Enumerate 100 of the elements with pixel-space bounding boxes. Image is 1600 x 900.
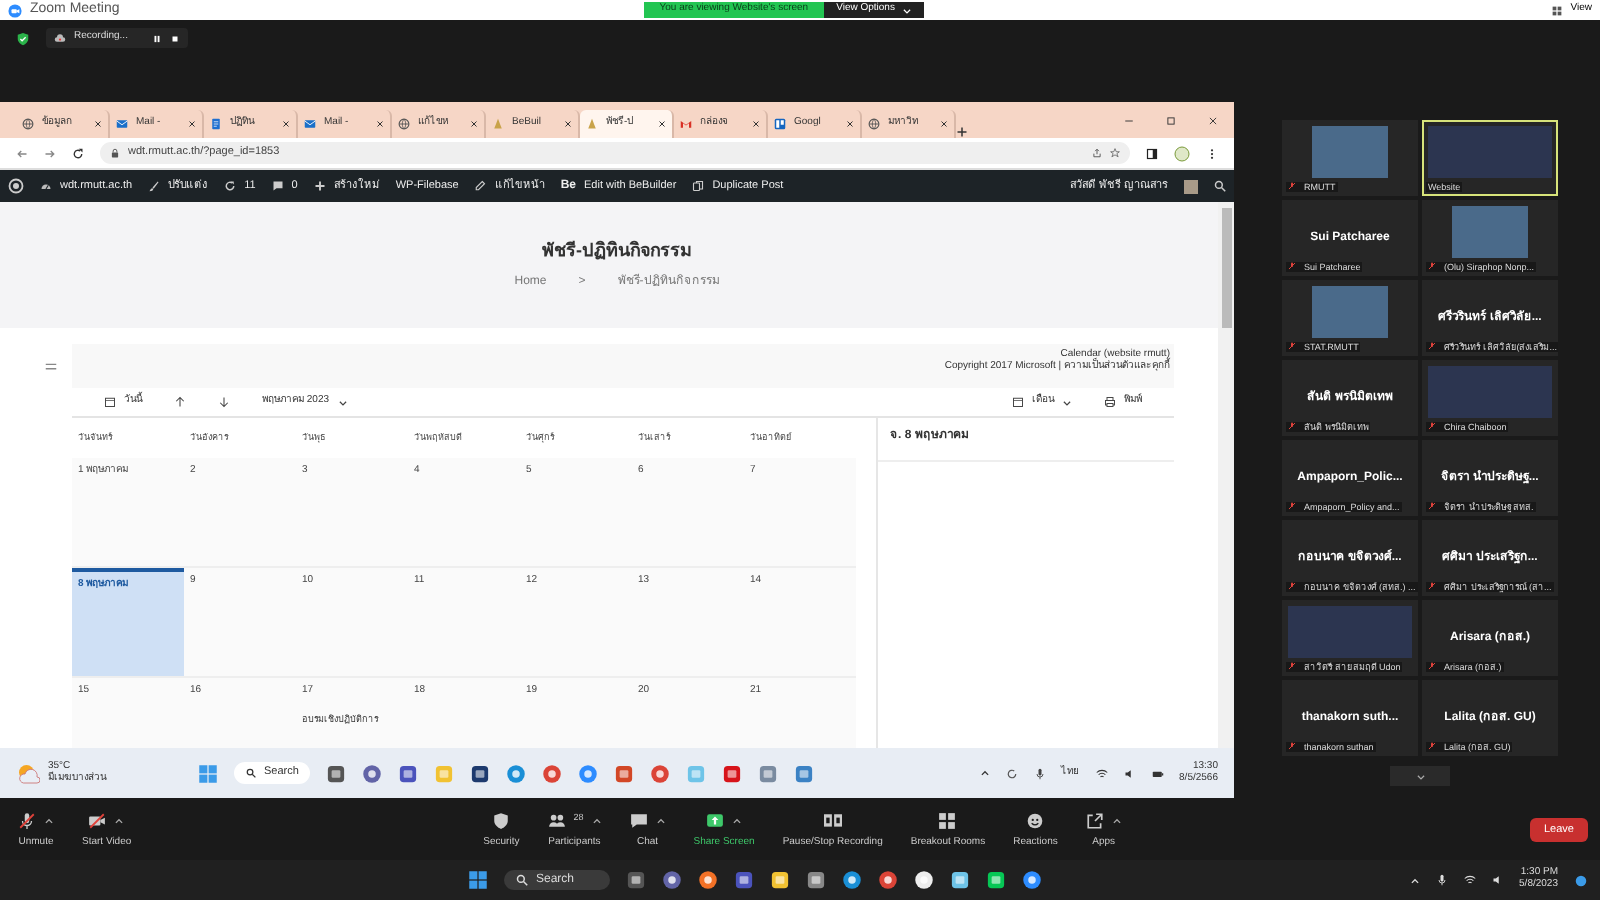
muted-microphone-icon [1428,262,1436,271]
close-icon[interactable] [846,120,854,128]
photo-placeholder [1452,206,1528,258]
app-icon[interactable] [470,763,491,783]
muted-microphone-icon [1288,582,1296,591]
brush-icon [148,180,161,192]
mail-icon [304,118,316,130]
photo-placeholder [1288,606,1412,658]
cone-icon [586,118,598,130]
caret-icon[interactable] [337,397,348,407]
document-icon [210,118,222,130]
reload-icon[interactable] [72,147,84,159]
copy-icon [692,180,705,192]
side-panel-icon[interactable] [1146,147,1158,159]
muted-microphone-icon [1428,742,1436,751]
up-arrow-icon[interactable] [174,396,186,408]
shield-check-icon [16,31,30,45]
search-icon [246,768,256,778]
close-icon[interactable] [376,120,384,128]
close-icon[interactable] [94,120,102,128]
battery-icon[interactable] [1151,767,1164,779]
search-icon [516,873,528,886]
app-icon[interactable] [626,869,647,890]
stop-icon[interactable] [169,33,180,43]
muted-microphone-icon [1428,582,1436,591]
photo-placeholder [1312,286,1388,338]
mail-icon [116,118,128,130]
speaker-icon[interactable] [1123,767,1136,779]
muted-microphone-icon [1428,502,1436,511]
caret-icon[interactable] [114,815,125,826]
app-icon[interactable] [950,869,971,890]
board-icon [774,118,786,130]
wifi-icon[interactable] [1095,767,1108,779]
round-app-icon[interactable] [1022,869,1043,890]
caret-icon[interactable] [655,815,666,826]
printer-icon [1104,396,1116,408]
search-icon [1214,180,1226,192]
maximize-icon[interactable] [1166,115,1176,125]
round-app-icon[interactable] [914,869,935,890]
circle-logo-icon[interactable] [8,178,24,194]
envelope-icon [680,118,692,130]
back-icon[interactable] [16,147,28,159]
muted-microphone-icon [1428,342,1436,351]
close-icon[interactable] [940,120,948,128]
caret-icon[interactable] [1111,815,1122,826]
speaker-icon[interactable] [1491,874,1504,886]
close-icon[interactable] [658,120,666,128]
sync-icon[interactable] [1005,767,1018,779]
close-icon[interactable] [282,120,290,128]
close-icon[interactable] [564,120,572,128]
muted-microphone-icon [1288,262,1296,271]
windows-logo-icon[interactable] [198,763,218,783]
app-icon[interactable] [986,869,1007,890]
round-app-icon[interactable] [878,869,899,890]
muted-microphone-icon [1288,342,1296,351]
new-tab-icon[interactable] [956,126,968,138]
notification-icon[interactable] [1574,873,1588,887]
caret-icon[interactable] [979,768,990,778]
caret-icon[interactable] [1062,397,1072,407]
close-icon[interactable] [752,120,760,128]
photo-placeholder [1428,126,1552,178]
forward-icon[interactable] [44,147,56,159]
chat-icon [629,811,648,830]
globe-icon [398,118,410,130]
avatar-photo [1184,179,1198,193]
shield-icon [492,811,511,830]
round-app-icon[interactable] [662,869,683,890]
caret-icon[interactable] [732,815,743,826]
app-icon[interactable] [326,763,347,783]
down-arrow-icon[interactable] [218,396,230,408]
photo-placeholder [1312,126,1388,178]
close-icon[interactable] [470,120,478,128]
share-screen-icon [706,811,725,830]
globe-icon [868,118,880,130]
app-icon[interactable] [806,869,827,890]
round-app-icon[interactable] [842,869,863,890]
microphone-icon[interactable] [1435,874,1448,886]
close-icon[interactable] [1208,115,1218,125]
share-icon[interactable] [1092,148,1102,158]
people-icon [547,811,566,830]
app-icon[interactable] [398,763,419,783]
app-icon[interactable] [770,869,791,890]
caret-icon[interactable] [44,815,54,826]
close-icon[interactable] [188,120,196,128]
pause-stop-icon [823,811,842,830]
scrollbar-thumb[interactable] [1221,208,1231,328]
muted-microphone-icon [1288,182,1296,191]
caret-icon[interactable] [1415,771,1425,781]
caret-icon[interactable] [591,815,602,826]
microphone-icon[interactable] [1033,767,1046,779]
menu-icon[interactable] [1206,147,1218,159]
star-icon[interactable] [1110,148,1120,158]
pencil-icon [474,180,487,192]
pause-icon[interactable] [151,33,162,43]
round-app-icon[interactable] [698,869,719,890]
app-icon[interactable] [734,869,755,890]
page-title: พัชรี-ปฏิทินกิจกรรม [542,239,692,261]
muted-microphone-icon [1288,742,1296,751]
windows-logo-icon[interactable] [468,869,488,890]
calendar-icon [1012,396,1024,408]
